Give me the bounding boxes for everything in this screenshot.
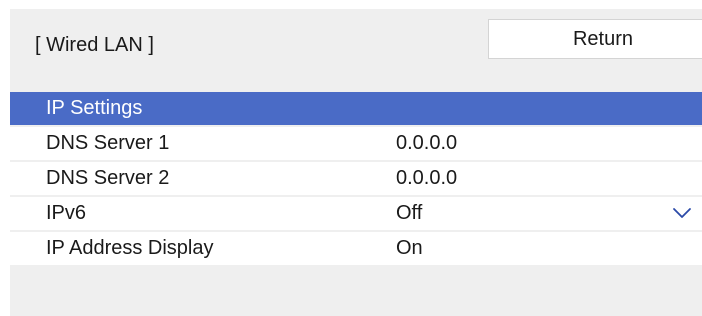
row-label: DNS Server 2 bbox=[46, 167, 170, 189]
menu-row-ip-address-display[interactable]: IP Address Display On bbox=[10, 232, 702, 265]
row-label: IPv6 bbox=[46, 202, 87, 224]
menu-row-dns-server-2[interactable]: DNS Server 2 0.0.0.0 bbox=[10, 162, 702, 195]
chevron-down-icon[interactable] bbox=[672, 205, 692, 221]
wired-lan-panel: [ Wired LAN ] Return IP Settings DNS Ser… bbox=[10, 9, 702, 316]
row-value: On bbox=[396, 237, 423, 259]
panel-title: [ Wired LAN ] bbox=[35, 34, 154, 56]
menu-row-ipv6[interactable]: IPv6 Off bbox=[10, 197, 702, 230]
row-value: Off bbox=[396, 202, 423, 224]
row-label: IP Settings bbox=[46, 97, 143, 119]
row-value: 0.0.0.0 bbox=[396, 167, 458, 189]
row-value: 0.0.0.0 bbox=[396, 132, 458, 154]
menu-row-dns-server-1[interactable]: DNS Server 1 0.0.0.0 bbox=[10, 127, 702, 160]
row-label: DNS Server 1 bbox=[46, 132, 170, 154]
settings-menu: IP Settings DNS Server 1 0.0.0.0 DNS Ser… bbox=[10, 92, 702, 267]
panel-header: [ Wired LAN ] Return bbox=[10, 9, 702, 90]
menu-row-ip-settings[interactable]: IP Settings bbox=[10, 92, 702, 125]
row-label: IP Address Display bbox=[46, 237, 214, 259]
return-button[interactable]: Return bbox=[488, 19, 702, 59]
